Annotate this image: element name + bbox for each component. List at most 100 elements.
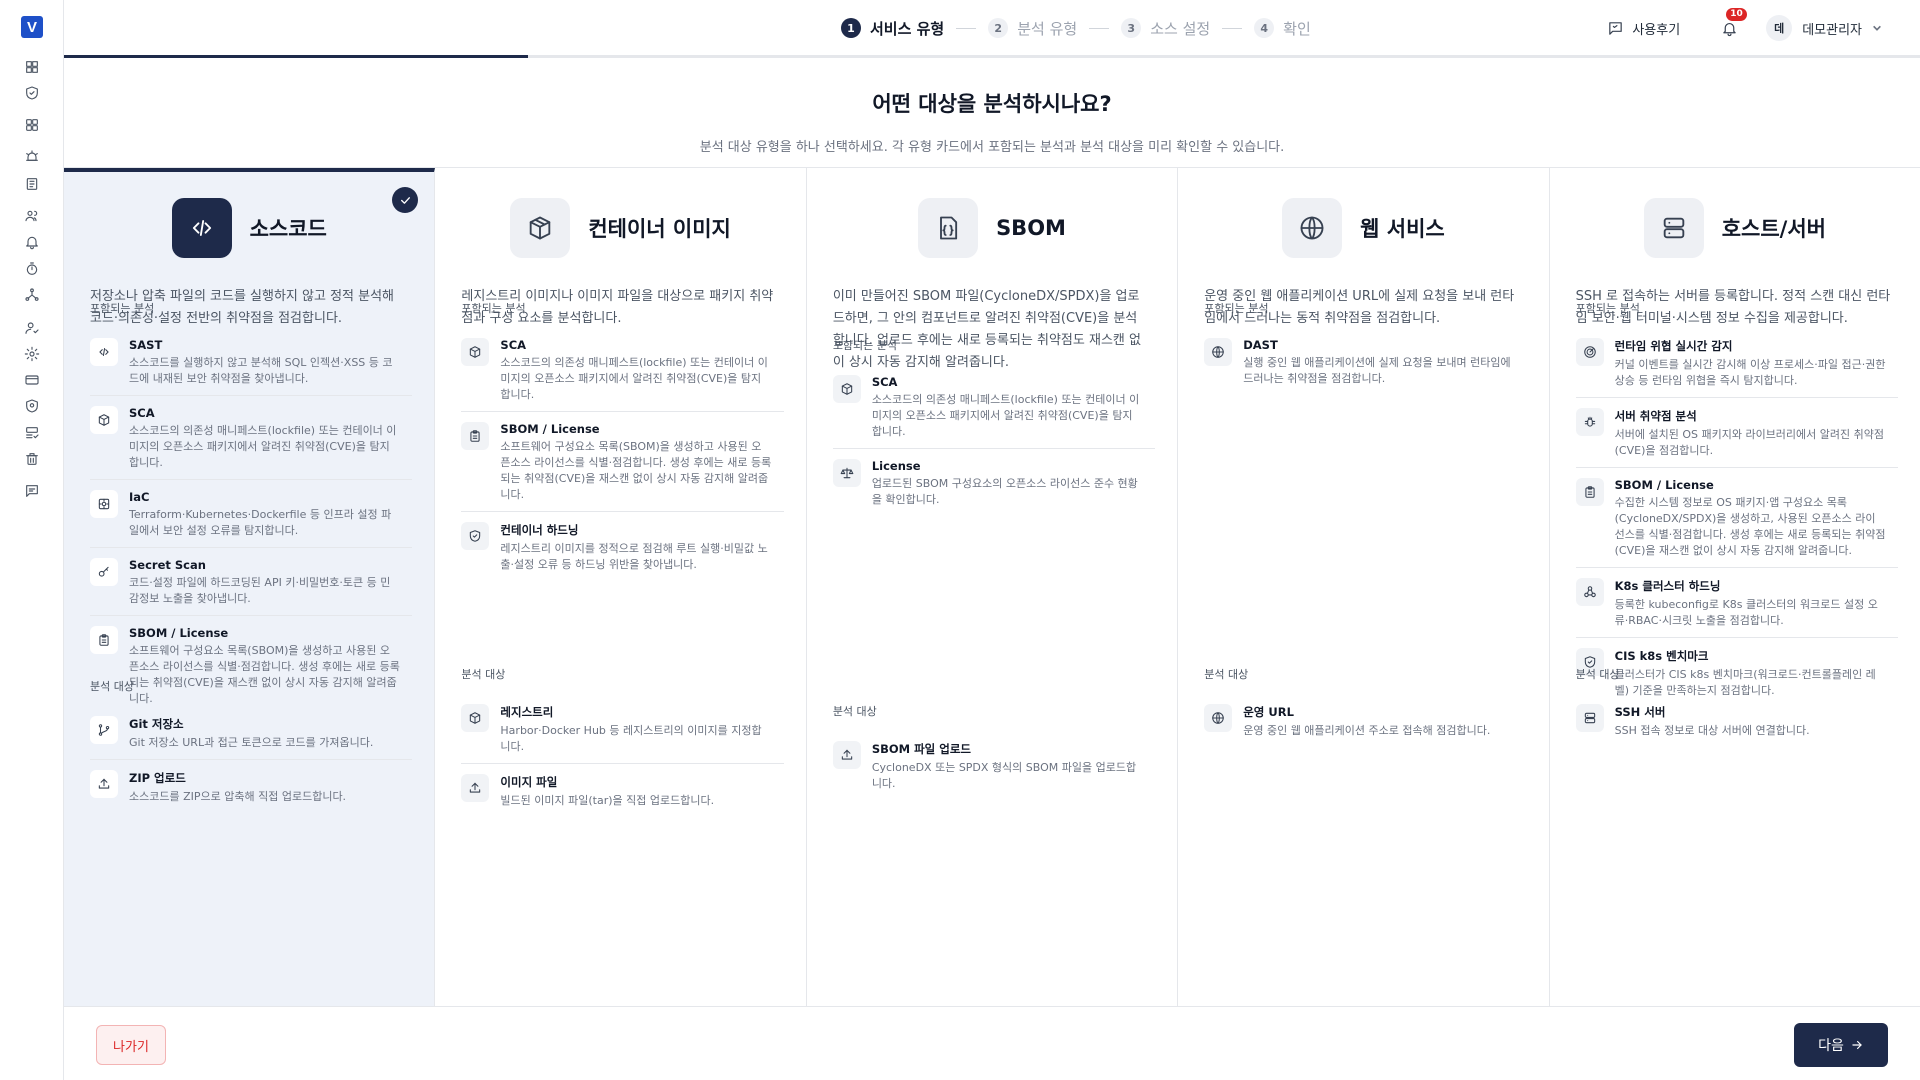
text-line: 소스코드를 ZIP으로 압축해 직접 업로드합니다. [129, 790, 347, 803]
text-line: 상승 등 런타임 위협을 즉시 탐지합니다. [1614, 374, 1798, 387]
item-desc: 빌드된 이미지 파일(tar)을 직접 업로드합니다. [500, 793, 714, 809]
sidebar-item-book[interactable] [23, 175, 41, 193]
service-card-1[interactable]: 컨테이너 이미지 레지스트리 이미지나 이미지 파일을 대상으로 패키지 취약 점과… [435, 168, 807, 1006]
card-header: 소스코드 [64, 198, 434, 258]
globe-icon [1212, 712, 1224, 724]
service-card-3[interactable]: 웹 서비스 운영 중인 웹 애플리케이션 URL에 실제 요청을 보내 런타 임에서… [1178, 168, 1550, 1006]
item-desc: 소스코드의 의존성 매니페스트(lockfile) 또는 컨테이너 이미지의 오… [129, 423, 396, 471]
review-button[interactable]: 사용후기 [1607, 19, 1680, 38]
trash-icon [26, 453, 38, 465]
text-line: 미지의 오픈소스 패키지에서 알려진 취약점(CVE)을 탐지 [129, 440, 390, 453]
text-line: 니다. [871, 777, 896, 790]
code-icon [99, 347, 109, 357]
sidebar-item-timer[interactable] [23, 260, 41, 278]
sidebar-item-users[interactable] [23, 207, 41, 225]
item-title: 컨테이너 하드닝 [500, 523, 579, 537]
globe-icon [1300, 216, 1324, 240]
step-label: 분석 유형 [1017, 19, 1078, 38]
step-4[interactable]: 4 확인 [1254, 18, 1311, 39]
text-line: 소스코드의 의존성 매니페스트(lockfile) 또는 컨테이너 이 [129, 424, 397, 437]
card-header: SBOM [807, 198, 1177, 258]
item-icon-wrap [90, 770, 118, 798]
exit-button[interactable]: 나가기 [96, 1025, 166, 1065]
sidebar-item-server-check[interactable] [23, 424, 41, 442]
user-name: 데모관리자 [1802, 22, 1862, 38]
text-line: 드하면, 그 안의 컴포넌트로 알려진 취약점(CVE)을 분석 [832, 311, 1138, 326]
alarm-icon [26, 150, 38, 161]
service-card-4[interactable]: 호스트/서버 SSH 로 접속하는 서버를 등록합니다. 정적 스캔 대신 런타 임… [1549, 168, 1920, 1006]
section-label: 포함되는 분석 [832, 339, 898, 352]
included-analyses: 포함되는 분석 SCA 소스코드의 의존성 매니페스트(lockfile) 또는 컨… [461, 300, 784, 581]
text-line: 코드·설정 파일에 하드코딩된 API 키·비밀번호·토큰 등 민 [129, 576, 391, 589]
sidebar-item-trash[interactable] [23, 450, 41, 468]
item-desc: 소스코드를 ZIP으로 압축해 직접 업로드합니다. [129, 789, 346, 805]
card-icon-wrap [510, 198, 571, 258]
sidebar-item-message[interactable] [23, 482, 41, 500]
item-title: SCA [129, 406, 155, 420]
user-menu[interactable]: 데 데모관리자 [1766, 15, 1882, 41]
item-icon-wrap [832, 741, 861, 769]
clipboard-icon [1585, 486, 1595, 498]
step-1[interactable]: 1 서비스 유형 [841, 18, 944, 39]
text-line: 커널 이벤트를 실시간 감시해 이상 프로세스·파일 접근·권한 [1614, 358, 1886, 371]
app-logo[interactable]: V [21, 16, 43, 38]
server-check-icon [26, 427, 39, 439]
sidebar-item-bell[interactable] [23, 233, 41, 251]
text-line: 드에 내재된 보안 취약점을 찾아냅니다. [129, 372, 309, 385]
item-title: SSH 서버 [1614, 705, 1666, 719]
item-desc: 운영 중인 웹 애플리케이션 주소로 접속해 점검합니다. [1243, 723, 1490, 739]
next-button[interactable]: 다음 [1794, 1023, 1888, 1067]
service-card-0[interactable]: 소스코드 저장소나 압축 파일의 코드를 실행하지 않고 정적 분석해 코드·의존성… [64, 168, 436, 1006]
analysis-item: ZIP 업로드 소스코드를 ZIP으로 압축해 직접 업로드합니다. [90, 760, 412, 813]
bug-icon [1584, 416, 1595, 427]
item-desc: CycloneDX 또는 SPDX 형식의 SBOM 파일을 업로드합 니다. [872, 760, 1136, 792]
item-icon-wrap [461, 704, 490, 732]
text-line: 선스를 식별·점검합니다. 생성 후에는 새로 등록되는 취약점 [1614, 528, 1886, 541]
sidebar-item-security[interactable] [23, 397, 41, 415]
item-icon-wrap [461, 774, 490, 802]
service-card-2[interactable]: SBOM 이미 만들어진 SBOM 파일(CycloneDX/SPDX)을 업로 드… [806, 168, 1179, 1006]
text-line: 합니다. [500, 388, 535, 401]
sidebar-item-dashboard[interactable] [23, 58, 41, 76]
step-number: 1 [841, 18, 861, 38]
sidebar-item-settings[interactable] [23, 345, 41, 363]
item-title: SBOM / License [1614, 478, 1714, 492]
wizard-stepper: 1 서비스 유형 2 분석 유형 3 소스 설정 4 확인 [841, 17, 1311, 39]
message-icon [26, 485, 38, 497]
sidebar-item-network[interactable] [23, 286, 41, 304]
text-line: 레지스트리 이미지를 정적으로 점검해 루트 실행·비밀값 노 [500, 542, 768, 555]
sidebar-item-shield-check[interactable] [23, 84, 41, 102]
sidebar-item-alarm[interactable] [23, 148, 41, 166]
text-line: 되는 취약점(CVE)을 재스캔 없이 상시 자동 감지해 알려줍 [500, 472, 769, 485]
card-icon-wrap [1282, 198, 1343, 258]
item-icon-wrap [1204, 338, 1233, 366]
item-icon-wrap [461, 422, 490, 450]
item-icon-wrap [1575, 704, 1604, 732]
text-line: 드러나는 취약점을 점검합니다. [1243, 372, 1386, 385]
item-title: DAST [1243, 338, 1278, 352]
analysis-targets: 분석 대상 레지스트리 Harbor·Docker Hub 등 레지스트리의 이미지… [461, 666, 784, 817]
section-label: 포함되는 분석 [461, 302, 526, 315]
grid-icon [26, 119, 38, 131]
step-3[interactable]: 3 소스 설정 [1121, 18, 1210, 39]
item-title: 레지스트리 [500, 705, 554, 719]
credit-card-icon [25, 375, 39, 385]
json-file-icon [940, 216, 958, 240]
text-line: 을 확인합니다. [871, 493, 940, 506]
arrow-right-icon [1852, 1040, 1862, 1050]
sidebar-item-grid[interactable] [23, 116, 41, 134]
step-number: 3 [1121, 18, 1142, 38]
cluster-icon [1583, 586, 1596, 598]
sidebar-item-credit-card[interactable] [23, 371, 41, 389]
server-icon [1584, 712, 1595, 724]
step-separator [1089, 27, 1110, 29]
review-label: 사용후기 [1632, 22, 1681, 38]
item-title: 서버 취약점 분석 [1614, 409, 1697, 423]
item-title: IaC [129, 490, 150, 504]
step-2[interactable]: 2 분석 유형 [988, 18, 1077, 39]
notification-button[interactable]: 10 [1718, 8, 1747, 39]
analysis-item: SBOM / License 수집한 시스템 정보로 OS 패키지·앱 구성요소 … [1575, 468, 1899, 568]
sidebar-item-user-check[interactable] [23, 319, 41, 337]
text-line: 실행 중인 웹 애플리케이션에 실제 요청을 보내며 런타임에 [1243, 356, 1511, 369]
top-right-actions: 사용후기 10 데 데모관리자 [1607, 8, 1882, 42]
